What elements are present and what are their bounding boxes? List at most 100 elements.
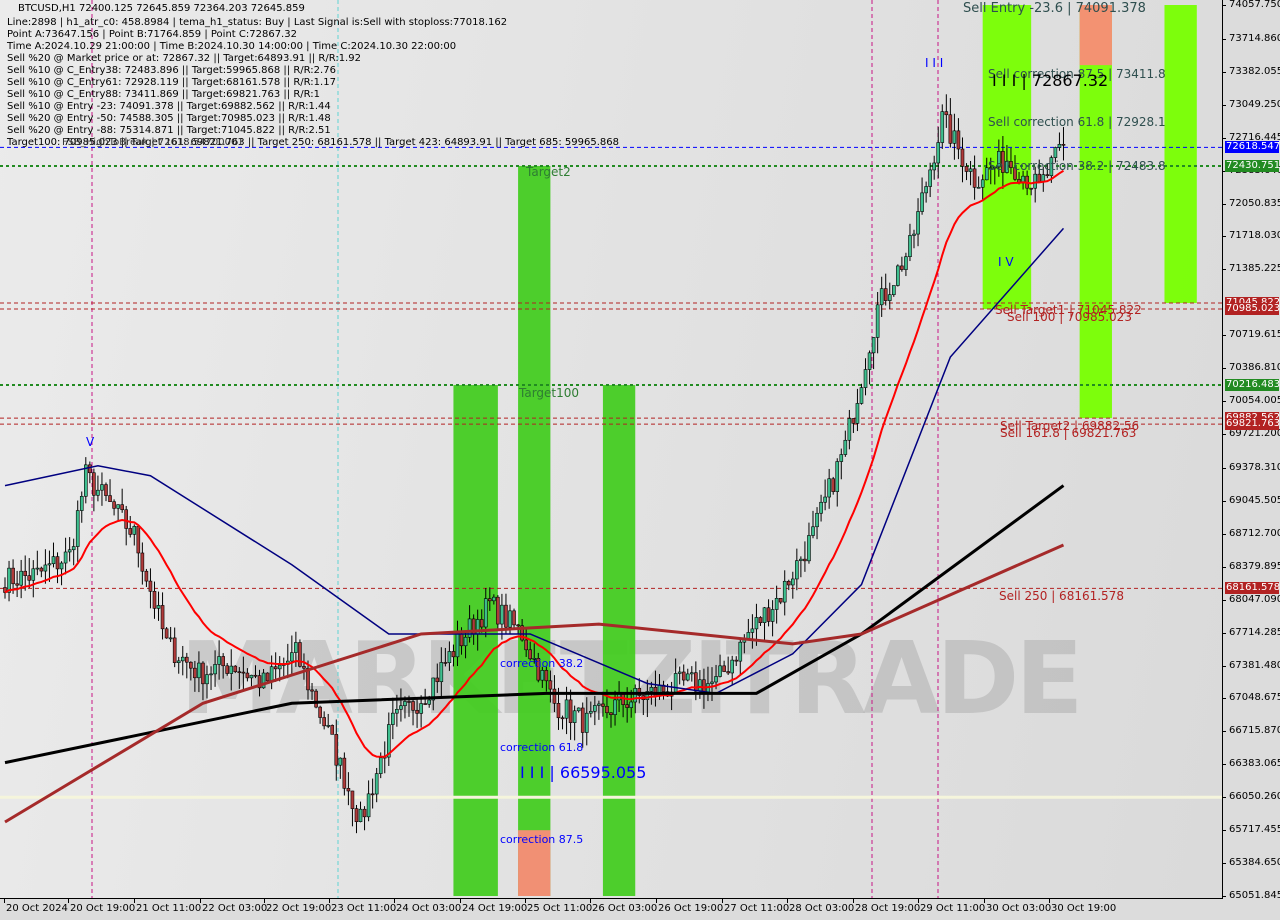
price-tick-mark [1222,137,1226,139]
price-tick-label: 67714.285 [1229,626,1280,638]
candle-body [459,633,464,647]
candle-body [71,546,76,551]
price-tick-label: 67381.480 [1229,659,1280,671]
candle-body [298,642,302,667]
price-tick-mark [1222,599,1226,601]
price-tick-label: 70386.810 [1229,362,1280,374]
candle-body [762,607,767,624]
candle-body [67,549,72,553]
candle-body [180,656,185,662]
candle-body [391,712,395,725]
time-tick-mark [1049,898,1050,903]
candle-body [593,705,597,712]
time-tick-mark [134,898,135,903]
candle-body [55,556,60,570]
candle-body [338,757,343,766]
candle-body [1037,173,1042,182]
candle-body [605,706,609,714]
point-c-label: I I I | 72867.32 [992,71,1109,90]
correction-875-label: correction 87.5 [500,833,584,846]
price-tick-mark [1222,104,1226,106]
candle-body [698,679,702,692]
candle-body [1045,174,1050,177]
candle-body [976,186,981,189]
candle-body [318,706,322,718]
price-tick-label: 74057.750 [1229,0,1280,10]
candle-body [726,671,730,674]
candle-body [193,667,197,679]
candle-body [370,793,375,796]
price-tick-mark [1222,335,1226,337]
candle-body [342,757,347,789]
time-tick-label: 22 Oct 03:00 [202,903,268,914]
candle-body [879,288,884,306]
chart-window: MARKETZITRADE BTCUSD,H1 72400.125 72645.… [0,0,1280,920]
price-tick-label: 70054.005 [1229,395,1280,407]
candle-body [205,674,209,685]
price-tick-label: 70719.615 [1229,329,1280,341]
time-tick-mark [787,898,788,903]
time-tick-label: 21 Oct 11:00 [136,903,202,914]
candle-body [544,670,549,682]
time-tick-mark [722,898,723,903]
candle-body [912,233,916,236]
candle-body [960,148,965,167]
candle-body [1033,173,1037,189]
candle-body [823,496,827,503]
candle-body [964,166,969,172]
candle-body [803,558,807,562]
candle-body [807,535,811,562]
price-tick-label: 73049.250 [1229,98,1280,110]
price-tag: 70985.023 [1225,303,1280,315]
price-tag: 72618.547 [1225,141,1280,154]
info-line: Line:2898 | h1_atr_c0: 458.8984 | tema_h… [7,17,508,28]
price-tick-label: 71385.225 [1229,263,1280,275]
candle-body [944,111,949,116]
price-tick-label: 68379.895 [1229,560,1280,572]
plot-area[interactable]: MARKETZITRADE BTCUSD,H1 72400.125 72645.… [0,0,1223,899]
candle-body [19,570,23,586]
candle-body [887,294,892,301]
candle-body [980,179,985,188]
candle-body [867,352,872,370]
wave-v-label: V [86,435,95,449]
candle-body [11,567,15,585]
candle-body [1029,187,1033,190]
candle-body [811,526,815,536]
candle-body [399,705,403,710]
sell-1618-label: Sell 161.8 | 69821.763 [1000,426,1137,440]
candle-body [552,688,557,704]
candle-body [269,666,274,682]
candle-body [407,701,411,703]
candle-body [613,699,617,715]
candle-body [79,496,84,511]
candle-body [136,526,141,554]
candle-body [758,617,763,624]
candle-body [265,672,270,682]
info-line: Sell %10 @ C_Entry61: 72928.119 || Targe… [7,77,336,88]
time-tick-mark [394,898,395,903]
candle-body [584,712,589,733]
price-tag: 69821.763 [1225,418,1280,431]
candle-body [968,168,973,172]
target1-label: Target100 [519,386,580,400]
time-tick-label: 20 Oct 19:00 [70,903,136,914]
candle-body [548,680,553,690]
correction-618-label: correction 61.8 [500,741,584,754]
candle-body [419,703,423,714]
time-tick-label: 28 Oct 19:00 [855,903,921,914]
candle-body [900,265,904,270]
candle-body [314,690,318,708]
price-tick-mark [1222,797,1226,799]
candle-body [423,703,427,705]
price-tick-mark [1222,665,1226,667]
candle-body [487,598,492,602]
candle-body [411,701,415,711]
time-tick-label: 28 Oct 03:00 [789,903,855,914]
time-tick-mark [68,898,69,903]
candle-body [924,186,928,194]
candle-body [27,575,32,581]
candle-body [588,710,593,714]
time-tick-label: 25 Oct 11:00 [527,903,593,914]
candle-body [936,142,941,164]
